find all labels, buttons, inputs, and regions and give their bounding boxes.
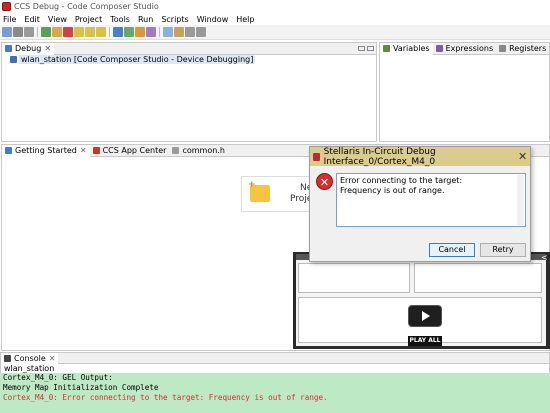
menu-project[interactable]: Project bbox=[75, 15, 102, 24]
tab-common-h[interactable]: common.h bbox=[169, 145, 227, 157]
suspend-icon[interactable] bbox=[52, 27, 62, 37]
menu-tools[interactable]: Tools bbox=[110, 15, 130, 24]
menu-view[interactable]: View bbox=[48, 15, 67, 24]
tab-getting-started-label: Getting Started bbox=[15, 146, 77, 155]
tab-debug[interactable]: Debug ✕ bbox=[2, 42, 55, 55]
dialog-message-line-2: Frequency is out of range. bbox=[340, 186, 445, 195]
tab-registers[interactable]: Registers bbox=[496, 43, 549, 55]
debug-view-header: Debug ✕ bbox=[2, 42, 376, 55]
header-file-icon bbox=[172, 147, 180, 154]
menu-edit[interactable]: Edit bbox=[24, 15, 40, 24]
tab-variables-label: Variables bbox=[393, 44, 430, 53]
tab-console-label: Console bbox=[14, 353, 46, 363]
new-project-card[interactable]: + Ne Proje bbox=[241, 176, 312, 212]
debug-tree-item-label: wlan_station [Code Composer Studio - Dev… bbox=[19, 55, 256, 64]
menu-bar: File Edit View Project Tools Run Scripts… bbox=[0, 13, 550, 25]
dialog-message-box[interactable]: Error connecting to the target: Frequenc… bbox=[336, 173, 526, 227]
menu-file[interactable]: File bbox=[3, 15, 16, 24]
plus-icon: + bbox=[248, 180, 256, 190]
step-over-icon[interactable] bbox=[85, 27, 95, 37]
expressions-icon bbox=[435, 45, 443, 52]
tab-console[interactable]: Console ✕ bbox=[1, 352, 59, 364]
flash-icon[interactable] bbox=[146, 27, 156, 37]
video-preview-screen bbox=[296, 254, 546, 346]
registers-icon bbox=[499, 45, 507, 52]
console-output[interactable]: Cortex_M4_0: GEL Output: Memory Map Init… bbox=[0, 373, 550, 413]
cancel-button[interactable]: Cancel bbox=[429, 243, 475, 257]
terminate-icon[interactable] bbox=[63, 27, 73, 37]
run-icon[interactable] bbox=[124, 27, 134, 37]
search-icon[interactable] bbox=[163, 27, 173, 37]
preview-vars-pane bbox=[414, 263, 542, 293]
tab-expressions[interactable]: Expressions bbox=[433, 43, 497, 55]
new-icon[interactable] bbox=[2, 27, 12, 37]
console-line: Memory Map Initialization Complete bbox=[3, 383, 159, 392]
dialog-close-button[interactable]: ✕ bbox=[515, 149, 530, 164]
toolbar-separator bbox=[109, 27, 110, 37]
console-icon bbox=[4, 354, 11, 362]
variables-view: Variables Expressions Registers bbox=[379, 42, 550, 142]
app-center-icon bbox=[92, 147, 100, 154]
play-all-button[interactable]: PLAY ALL bbox=[408, 336, 442, 346]
console-header: Console ✕ bbox=[1, 352, 549, 364]
minimize-icon[interactable] bbox=[358, 46, 365, 51]
main-toolbar bbox=[0, 25, 550, 40]
tab-variables[interactable]: Variables bbox=[380, 42, 433, 55]
step-into-icon[interactable] bbox=[74, 27, 84, 37]
tab-app-center[interactable]: CCS App Center bbox=[90, 145, 170, 157]
view-controls bbox=[358, 46, 376, 51]
toolbar-separator bbox=[37, 27, 38, 37]
title-bar: CCS Debug - Code Composer Studio bbox=[0, 0, 550, 13]
launch-icon bbox=[10, 56, 17, 63]
ccs-app-icon bbox=[2, 2, 11, 11]
resume-icon[interactable] bbox=[41, 27, 51, 37]
debug-icon[interactable] bbox=[113, 27, 123, 37]
toolbar-separator bbox=[159, 27, 160, 37]
menu-window[interactable]: Window bbox=[197, 15, 229, 24]
build-icon[interactable] bbox=[135, 27, 145, 37]
dialog-message-line-1: Error connecting to the target: bbox=[340, 176, 463, 185]
tab-app-center-label: CCS App Center bbox=[102, 146, 167, 155]
dialog-app-icon bbox=[313, 152, 320, 161]
menu-run[interactable]: Run bbox=[138, 15, 153, 24]
save-icon[interactable] bbox=[13, 27, 23, 37]
pin-icon[interactable] bbox=[174, 27, 184, 37]
message-scrollbar[interactable] bbox=[517, 175, 524, 225]
close-icon[interactable]: ✕ bbox=[44, 44, 51, 53]
error-icon: ✕ bbox=[316, 173, 333, 190]
play-icon bbox=[422, 311, 430, 321]
debug-tree-item[interactable]: wlan_station [Code Composer Studio - Dev… bbox=[10, 55, 256, 64]
save-all-icon[interactable] bbox=[24, 27, 34, 37]
dialog-title: Stellaris In-Circuit Debug Interface_0/C… bbox=[323, 146, 436, 167]
window-title: CCS Debug - Code Composer Studio bbox=[14, 2, 159, 11]
menu-help[interactable]: Help bbox=[236, 15, 254, 24]
error-dialog: Stellaris In-Circuit Debug Interface_0/C… bbox=[309, 146, 531, 262]
tab-registers-label: Registers bbox=[509, 44, 547, 53]
close-icon[interactable]: ✕ bbox=[80, 146, 87, 155]
forward-icon[interactable] bbox=[196, 27, 206, 37]
variables-icon bbox=[383, 45, 390, 52]
step-return-icon[interactable] bbox=[96, 27, 106, 37]
tab-common-h-label: common.h bbox=[182, 146, 225, 155]
tab-expressions-label: Expressions bbox=[445, 44, 494, 53]
play-button[interactable] bbox=[408, 305, 442, 327]
close-icon[interactable]: ✕ bbox=[49, 354, 56, 363]
retry-button[interactable]: Retry bbox=[480, 243, 526, 257]
maximize-icon[interactable] bbox=[367, 46, 374, 51]
console-line: Cortex_M4_0: GEL Output: bbox=[3, 373, 113, 382]
back-icon[interactable] bbox=[185, 27, 195, 37]
close-icon: ✕ bbox=[517, 150, 528, 163]
variables-view-header: Variables Expressions Registers bbox=[380, 42, 549, 55]
dialog-titlebar: Stellaris In-Circuit Debug Interface_0/C… bbox=[310, 146, 530, 167]
menu-scripts[interactable]: Scripts bbox=[161, 15, 188, 24]
tab-getting-started[interactable]: Getting Started ✕ bbox=[2, 144, 90, 157]
video-thumbnail[interactable]: < bbox=[293, 252, 550, 349]
tab-debug-label: Debug bbox=[15, 44, 42, 53]
getting-started-icon bbox=[5, 147, 12, 154]
preview-debug-pane bbox=[298, 263, 410, 293]
share-icon[interactable]: < bbox=[541, 253, 548, 262]
console-error-line: Cortex_M4_0: Error connecting to the tar… bbox=[3, 393, 328, 402]
debug-icon bbox=[5, 45, 12, 52]
error-icon-glyph: ✕ bbox=[319, 176, 330, 189]
